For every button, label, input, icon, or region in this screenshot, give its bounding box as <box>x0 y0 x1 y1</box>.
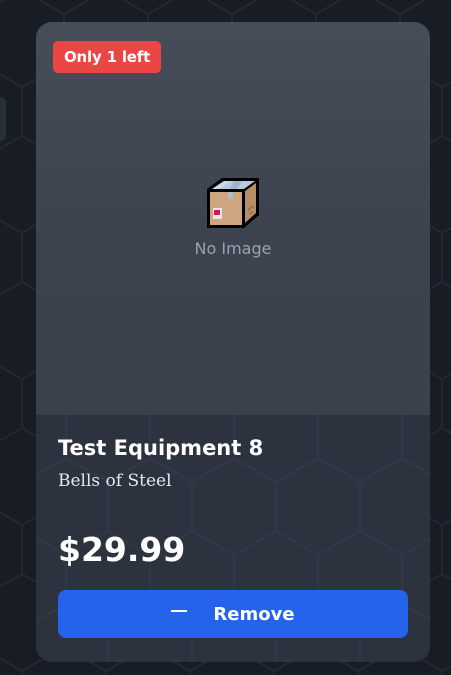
product-price: $29.99 <box>58 530 186 569</box>
package-icon <box>207 178 259 228</box>
adjacent-card-edge <box>0 97 6 141</box>
product-title[interactable]: Test Equipment 8 <box>58 436 263 460</box>
minus-icon <box>171 610 188 612</box>
no-image-label: No Image <box>194 239 272 258</box>
product-card[interactable]: Only 1 left No Image Test Equipment 8 Be… <box>36 22 430 662</box>
product-info: Test Equipment 8 Bells of Steel $29.99 R… <box>36 415 430 662</box>
product-brand: Bells of Steel <box>58 471 172 491</box>
image-placeholder: No Image <box>36 175 430 258</box>
remove-button-label: Remove <box>213 603 295 625</box>
stock-badge: Only 1 left <box>53 41 162 73</box>
remove-button[interactable]: Remove <box>58 590 408 638</box>
product-image-area[interactable]: Only 1 left No Image <box>36 22 430 415</box>
